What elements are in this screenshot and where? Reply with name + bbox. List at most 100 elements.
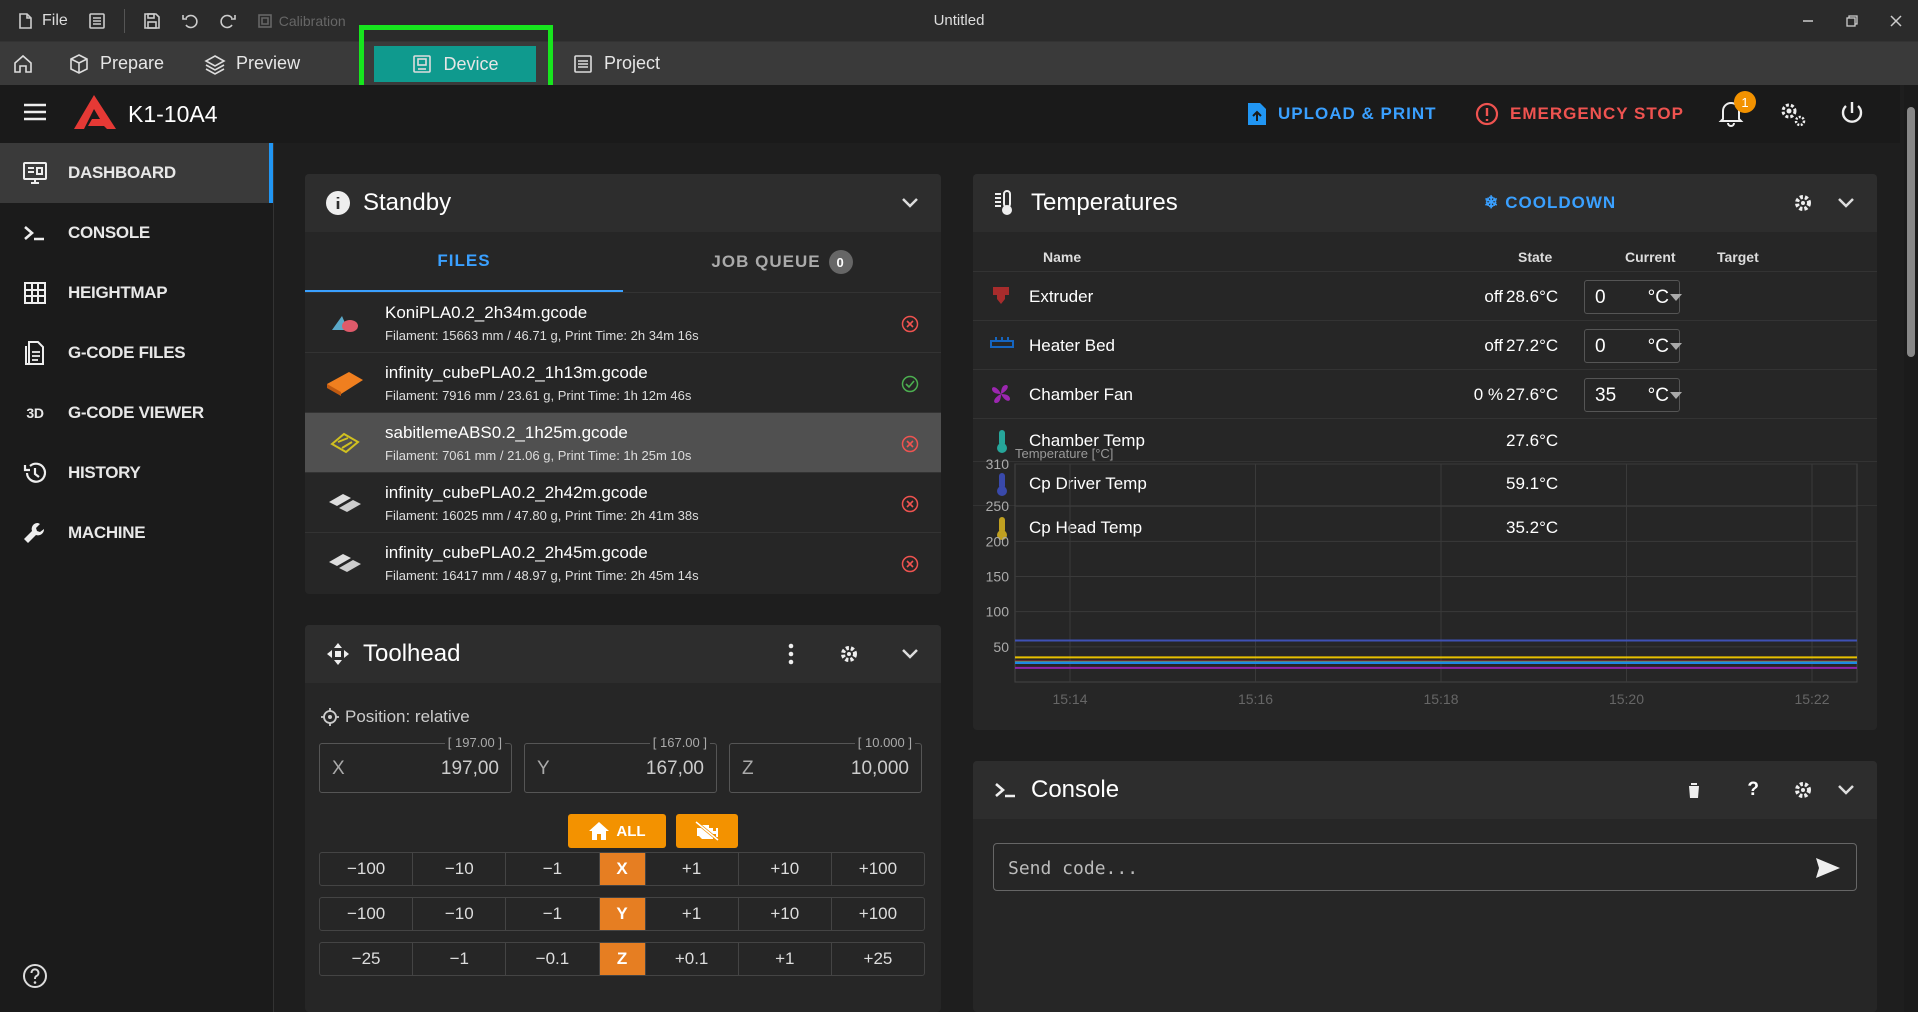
tab-preview-label: Preview bbox=[236, 53, 301, 73]
gear-icon[interactable] bbox=[1793, 193, 1813, 213]
sidebar-item-heightmap[interactable]: HEIGHTMAP bbox=[0, 263, 273, 323]
jog-button[interactable]: +100 bbox=[832, 898, 924, 930]
jog-button[interactable]: +10 bbox=[739, 853, 832, 885]
col-state: State bbox=[1518, 249, 1553, 265]
restore-button[interactable] bbox=[1830, 0, 1874, 42]
chart-ytick-label: 150 bbox=[986, 569, 1010, 585]
send-icon[interactable] bbox=[1814, 856, 1842, 880]
standby-header: Standby bbox=[305, 174, 941, 232]
motors-off-button[interactable] bbox=[676, 814, 738, 848]
jog-button[interactable]: −25 bbox=[320, 943, 414, 975]
jog-button[interactable]: +1 bbox=[646, 853, 739, 885]
jog-button[interactable]: −1 bbox=[413, 943, 507, 975]
z-target: [ 10.000 ] bbox=[854, 735, 915, 750]
model-thumbnail bbox=[329, 553, 361, 572]
trash-icon[interactable] bbox=[1686, 781, 1702, 799]
tab-preview[interactable]: Preview bbox=[182, 42, 318, 85]
tab-home[interactable] bbox=[0, 42, 48, 85]
cooldown-button[interactable]: ❄ COOLDOWN bbox=[1484, 193, 1616, 213]
jog-button[interactable]: +1 bbox=[739, 943, 832, 975]
chevron-down-icon[interactable] bbox=[901, 197, 919, 209]
menu-button[interactable] bbox=[22, 101, 48, 128]
col-target: Target bbox=[1717, 249, 1759, 265]
sidebar-item-gcode-viewer[interactable]: 3D G-CODE VIEWER bbox=[0, 383, 273, 443]
scrollbar[interactable] bbox=[1904, 85, 1918, 1012]
sidebar-item-gcode-files[interactable]: G-CODE FILES bbox=[0, 323, 273, 383]
console-title: Console bbox=[1031, 776, 1120, 803]
history-icon bbox=[23, 462, 47, 483]
save-button[interactable] bbox=[133, 0, 171, 42]
sidebar-item-console[interactable]: CONSOLE bbox=[0, 203, 273, 263]
jog-button[interactable]: −0.1 bbox=[506, 943, 600, 975]
target-dropdown[interactable] bbox=[1670, 293, 1682, 301]
undo-button[interactable] bbox=[171, 0, 209, 42]
alert-octagon-icon bbox=[1475, 102, 1499, 126]
z-position-field[interactable]: [ 10.000 ] Z 10,000 bbox=[729, 735, 922, 793]
chevron-down-icon[interactable] bbox=[1837, 784, 1855, 796]
chevron-down-icon[interactable] bbox=[901, 648, 919, 660]
file-row[interactable]: sabitlemeABS0.2_1h25m.gcode Filament: 706… bbox=[305, 412, 941, 472]
printer-name: K1-10A4 bbox=[128, 100, 218, 127]
tab-files[interactable]: FILES bbox=[305, 232, 623, 292]
home-all-button[interactable]: ALL bbox=[568, 814, 666, 848]
redo-button[interactable] bbox=[209, 0, 247, 42]
calibration-icon bbox=[257, 13, 272, 28]
target-input[interactable]: 0 °C bbox=[1584, 279, 1680, 314]
file-row[interactable]: infinity_cubePLA0.2_2h45m.gcode Filament:… bbox=[305, 532, 941, 592]
jog-button[interactable]: −100 bbox=[320, 898, 414, 930]
file-info: infinity_cubePLA0.2_2h45m.gcode Filament:… bbox=[385, 543, 699, 583]
jog-button[interactable]: +0.1 bbox=[646, 943, 739, 975]
close-button[interactable] bbox=[1874, 0, 1918, 42]
tab-job-queue[interactable]: JOB QUEUE 0 bbox=[623, 232, 941, 292]
jog-button[interactable]: −1 bbox=[506, 898, 600, 930]
sensor-name: Chamber Fan bbox=[1029, 384, 1133, 404]
thumbnail bbox=[305, 428, 385, 458]
help-icon[interactable]: ? bbox=[1747, 779, 1759, 801]
jog-button[interactable]: −10 bbox=[413, 853, 507, 885]
jog-button[interactable]: +25 bbox=[832, 943, 924, 975]
x-target: [ 197.00 ] bbox=[444, 735, 505, 750]
settings-button[interactable] bbox=[1778, 99, 1808, 134]
x-position-field[interactable]: [ 197.00 ] X 197,00 bbox=[319, 735, 512, 793]
tab-project[interactable]: Project bbox=[554, 42, 678, 85]
notifications-button[interactable]: 1 bbox=[1718, 91, 1756, 132]
jog-button[interactable]: +10 bbox=[739, 898, 832, 930]
jog-button[interactable]: +1 bbox=[646, 898, 739, 930]
sidebar-item-machine[interactable]: MACHINE bbox=[0, 503, 273, 563]
target-input[interactable]: 0 °C bbox=[1584, 328, 1680, 363]
file-row[interactable]: infinity_cubePLA0.2_2h42m.gcode Filament:… bbox=[305, 472, 941, 532]
help-button[interactable] bbox=[22, 963, 48, 994]
more-vert-icon[interactable] bbox=[788, 643, 794, 665]
sidebar-item-dashboard[interactable]: DASHBOARD bbox=[0, 143, 273, 203]
file-row[interactable]: KoniPLA0.2_2h34m.gcode Filament: 15663 mm… bbox=[305, 292, 941, 352]
file-menu[interactable]: File bbox=[0, 0, 78, 42]
gear-icon[interactable] bbox=[1793, 780, 1813, 800]
tab-prepare[interactable]: Prepare bbox=[48, 42, 182, 85]
file-list: KoniPLA0.2_2h34m.gcode Filament: 15663 mm… bbox=[305, 292, 941, 592]
target-input[interactable]: 35 °C bbox=[1584, 377, 1680, 412]
calibration-menu[interactable]: Calibration bbox=[247, 0, 356, 42]
jog-button[interactable]: −100 bbox=[320, 853, 414, 885]
file-row[interactable]: infinity_cubePLA0.2_1h13m.gcode Filament:… bbox=[305, 352, 941, 412]
divider bbox=[123, 8, 125, 33]
3d-icon: 3D bbox=[26, 405, 44, 421]
jog-button[interactable]: −10 bbox=[413, 898, 507, 930]
chevron-down-icon[interactable] bbox=[1837, 197, 1855, 209]
jog-button[interactable]: −1 bbox=[506, 853, 600, 885]
send-code-input[interactable]: Send code... bbox=[993, 843, 1857, 891]
scrollbar-thumb[interactable] bbox=[1907, 107, 1915, 357]
sidebar-item-history[interactable]: HISTORY bbox=[0, 443, 273, 503]
sensor-current: 27.6°C bbox=[1506, 384, 1559, 404]
gear-icon[interactable] bbox=[839, 644, 859, 664]
minimize-button[interactable] bbox=[1786, 0, 1830, 42]
y-position-field[interactable]: [ 167.00 ] Y 167,00 bbox=[524, 735, 717, 793]
emergency-stop-button[interactable]: EMERGENCY STOP bbox=[1474, 101, 1684, 127]
power-button[interactable] bbox=[1838, 99, 1866, 132]
fan-icon bbox=[992, 384, 1010, 403]
jog-button[interactable]: +100 bbox=[832, 853, 924, 885]
target-dropdown[interactable] bbox=[1670, 391, 1682, 399]
sidebar-item-label: CONSOLE bbox=[68, 223, 150, 242]
upload-print-button[interactable]: UPLOAD & PRINT bbox=[1246, 101, 1437, 127]
list-button[interactable] bbox=[78, 0, 116, 42]
target-dropdown[interactable] bbox=[1670, 342, 1682, 350]
